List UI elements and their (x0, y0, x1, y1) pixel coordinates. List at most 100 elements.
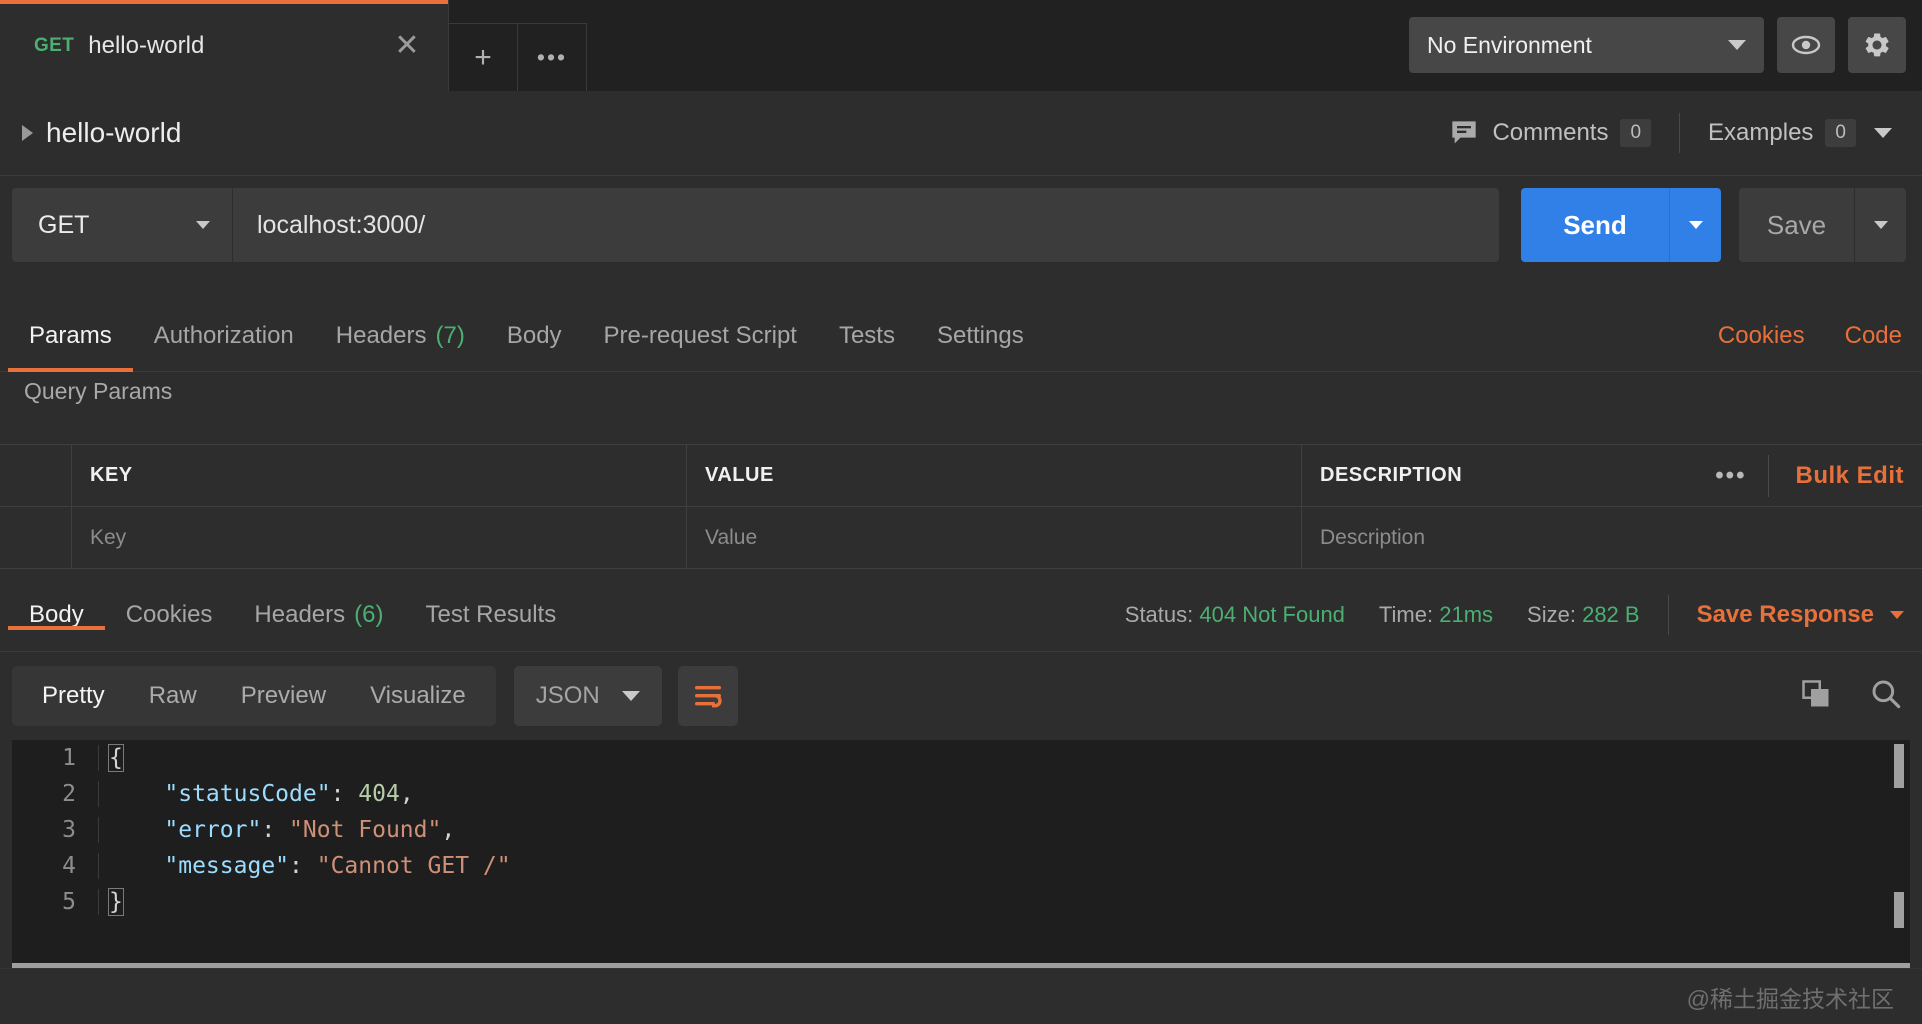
tab-count: (6) (354, 600, 384, 628)
request-tab-hello-world[interactable]: GET hello-world ✕ (0, 0, 449, 91)
request-url-input[interactable]: localhost:3000/ (233, 188, 1499, 262)
tab-label: Pre-request Script (603, 321, 797, 349)
save-group: Save (1739, 188, 1906, 262)
comments-count: 0 (1620, 119, 1652, 147)
value-input[interactable]: Value (687, 507, 1302, 568)
gear-icon (1865, 33, 1889, 57)
ellipsis-icon[interactable]: ••• (1693, 462, 1768, 490)
status-value: 404 Not Found (1199, 601, 1345, 627)
tab-params[interactable]: Params (8, 300, 133, 372)
code-line: 1{ (12, 740, 1910, 776)
response-tabs-row: Body Cookies Headers (6) Test Results St… (0, 578, 1922, 652)
environment-bar: No Environment (1409, 0, 1922, 90)
divider (1679, 113, 1681, 153)
environment-quick-look-button[interactable] (1777, 17, 1835, 73)
cookies-link[interactable]: Cookies (1718, 322, 1805, 350)
code-line: 2 "statusCode": 404, (12, 776, 1910, 812)
scrollbar-thumb-secondary[interactable] (1894, 892, 1904, 928)
view-preview[interactable]: Preview (219, 682, 348, 710)
examples-button[interactable]: Examples 0 (1708, 119, 1892, 147)
response-meta: Status: 404 Not Found Time: 21ms Size: 2… (1091, 594, 1922, 635)
tab-headers[interactable]: Headers (7) (315, 300, 486, 371)
search-button[interactable] (1870, 678, 1902, 715)
body-format-select[interactable]: JSON (513, 666, 662, 726)
comment-icon (1452, 121, 1477, 144)
view-visualize[interactable]: Visualize (348, 682, 488, 710)
tab-method-label: GET (34, 34, 75, 56)
environment-selector[interactable]: No Environment (1409, 17, 1764, 73)
new-tab-button[interactable]: + (449, 23, 518, 91)
key-input[interactable]: Key (72, 507, 687, 568)
eye-icon (1791, 35, 1821, 55)
chevron-down-icon[interactable] (1890, 610, 1904, 619)
tab-body[interactable]: Body (486, 300, 583, 371)
comments-button[interactable]: Comments 0 (1450, 119, 1652, 147)
code-token: "message" (164, 853, 290, 879)
code-text: { (98, 744, 124, 772)
tab-count: (7) (435, 321, 465, 349)
code-token: , (441, 817, 456, 843)
http-method-select[interactable]: GET (12, 188, 233, 262)
code-token: : (261, 817, 290, 843)
request-url-value: localhost:3000/ (257, 210, 426, 239)
response-body-code-viewer[interactable]: 1{2 "statusCode": 404, 3 "error": "Not Fo… (12, 740, 1910, 968)
code-text: "error": "Not Found", (98, 817, 455, 843)
examples-count: 0 (1825, 119, 1856, 147)
tab-authorization[interactable]: Authorization (133, 300, 315, 371)
code-token: "Not Found" (289, 817, 442, 843)
response-tab-headers[interactable]: Headers (6) (233, 601, 404, 629)
view-raw[interactable]: Raw (127, 682, 219, 710)
tab-title-label: hello-world (88, 31, 205, 59)
tab-pre-request-script[interactable]: Pre-request Script (583, 300, 818, 371)
code-line: 4 "message": "Cannot GET /" (12, 848, 1910, 884)
postman-window: GET hello-world ✕ + ••• No Environment h… (0, 0, 1922, 1024)
line-number: 4 (62, 853, 76, 879)
code-link[interactable]: Code (1845, 322, 1902, 350)
code-token: 404 (358, 781, 400, 807)
plus-icon: + (474, 40, 492, 74)
view-pretty[interactable]: Pretty (20, 682, 127, 710)
tab-label: Params (29, 321, 112, 349)
code-token: } (108, 888, 124, 916)
tab-tests[interactable]: Tests (818, 300, 916, 371)
table-row: Key Value Description (0, 507, 1922, 569)
response-tab-test-results[interactable]: Test Results (404, 601, 577, 629)
save-options-button[interactable] (1854, 188, 1906, 262)
divider (1768, 454, 1770, 497)
close-icon[interactable]: ✕ (392, 30, 422, 61)
code-text: "statusCode": 404, (98, 781, 414, 807)
chevron-down-icon (621, 691, 640, 701)
settings-button[interactable] (1848, 17, 1906, 73)
column-header-key: KEY (72, 445, 687, 506)
chevron-down-icon[interactable] (1874, 128, 1892, 138)
vertical-scrollbar[interactable] (1894, 740, 1904, 968)
wrap-lines-button[interactable] (677, 666, 738, 726)
select-all-cell[interactable] (0, 445, 72, 506)
code-token: "statusCode" (164, 781, 331, 807)
send-button[interactable]: Send (1521, 188, 1669, 262)
line-number: 3 (62, 817, 76, 843)
column-header-value: VALUE (687, 445, 1302, 506)
description-input[interactable]: Description (1302, 507, 1922, 568)
code-text: "message": "Cannot GET /" (98, 853, 511, 879)
bulk-edit-link[interactable]: Bulk Edit (1795, 462, 1904, 490)
save-response-button[interactable]: Save Response (1697, 601, 1874, 629)
tab-options-button[interactable]: ••• (518, 23, 587, 91)
copy-button[interactable] (1800, 679, 1832, 714)
save-button[interactable]: Save (1739, 188, 1854, 262)
size-value: 282 B (1582, 601, 1640, 627)
response-tab-cookies[interactable]: Cookies (105, 601, 234, 629)
code-line: 5} (12, 884, 1910, 920)
row-checkbox-cell[interactable] (0, 507, 72, 568)
expand-arrow-icon[interactable] (22, 125, 33, 141)
chevron-down-icon (1688, 221, 1703, 229)
scrollbar-thumb[interactable] (1894, 744, 1904, 788)
response-tab-body[interactable]: Body (8, 601, 105, 630)
time-label: Time: (1378, 601, 1434, 627)
footer-bar: @稀土掘金技术社区 (0, 968, 1922, 1024)
tab-settings[interactable]: Settings (916, 300, 1045, 371)
send-options-button[interactable] (1669, 188, 1721, 262)
tab-label: Cookies (125, 600, 213, 628)
